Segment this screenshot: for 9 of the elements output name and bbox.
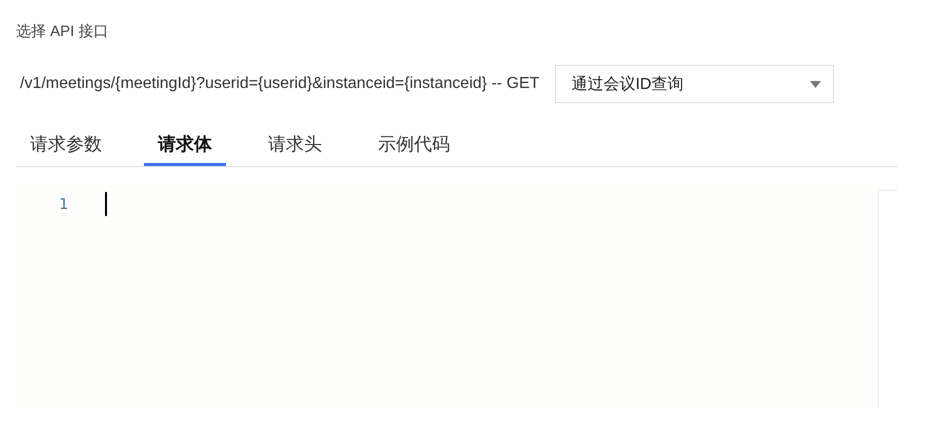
- api-select[interactable]: 通过会议ID查询: [555, 65, 834, 103]
- tab[interactable]: 请求体: [144, 126, 226, 166]
- caret-icon: [810, 80, 822, 88]
- tab[interactable]: 示例代码: [364, 126, 464, 166]
- line-number: 1: [58, 195, 68, 213]
- section-label: 选择 API 接口: [16, 22, 109, 42]
- tab[interactable]: 请求参数: [16, 126, 116, 166]
- endpoint-path: /v1/meetings/{meetingId}?userid={userid}&instanceid={instanceid} -- GET: [20, 75, 540, 93]
- tab[interactable]: 请求头: [254, 126, 336, 166]
